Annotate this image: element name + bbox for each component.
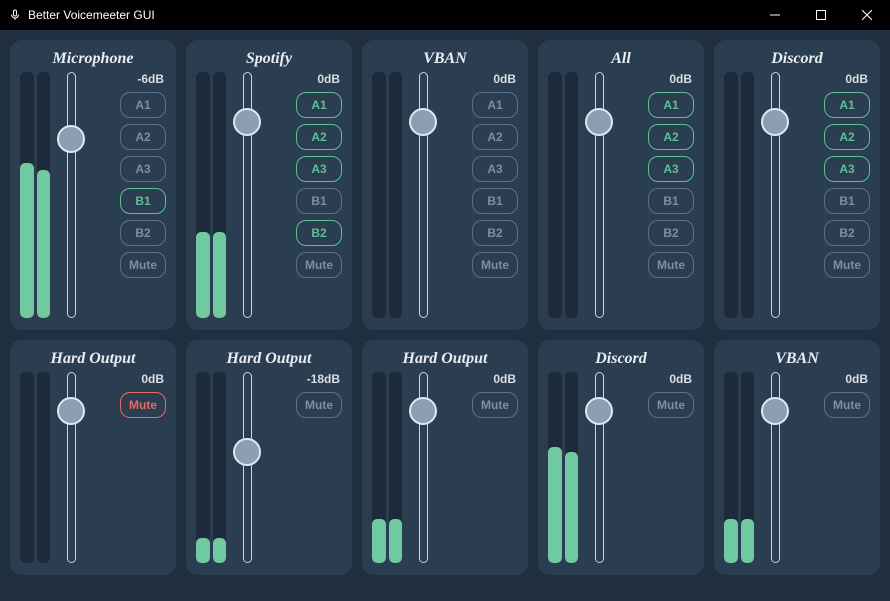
mute-button[interactable]: Mute (296, 392, 342, 418)
level-meter (724, 372, 754, 563)
gain-readout: 0dB (620, 72, 694, 86)
route-b2-button[interactable]: B2 (472, 220, 518, 246)
gain-readout: -6dB (92, 72, 166, 86)
mute-button[interactable]: Mute (824, 252, 870, 278)
input-channel-vban-in: VBAN 0dB A1 A2 A3 B1 B2 Mute (362, 40, 528, 330)
route-a1-button[interactable]: A1 (472, 92, 518, 118)
mute-button[interactable]: Mute (296, 252, 342, 278)
channel-title: Hard Output (20, 350, 166, 368)
channel-title: Microphone (20, 50, 166, 68)
route-a3-button[interactable]: A3 (296, 156, 342, 182)
input-channel-discord-in: Discord 0dB A1 A2 A3 B1 B2 Mute (714, 40, 880, 330)
route-b1-button[interactable]: B1 (120, 188, 166, 214)
route-a1-button[interactable]: A1 (648, 92, 694, 118)
route-a2-button[interactable]: A2 (120, 124, 166, 150)
mute-button[interactable]: Mute (648, 252, 694, 278)
output-channel-discord-out: Discord 0dB Mute (538, 340, 704, 575)
route-a1-button[interactable]: A1 (120, 92, 166, 118)
channel-title: Spotify (196, 50, 342, 68)
mute-button[interactable]: Mute (120, 252, 166, 278)
gain-slider[interactable] (760, 72, 790, 318)
route-a3-button[interactable]: A3 (648, 156, 694, 182)
mute-button[interactable]: Mute (648, 392, 694, 418)
gain-slider[interactable] (408, 72, 438, 318)
output-channel-hard-out-1: Hard Output 0dB Mute (10, 340, 176, 575)
mute-button[interactable]: Mute (472, 252, 518, 278)
route-a2-button[interactable]: A2 (824, 124, 870, 150)
level-meter (372, 372, 402, 563)
channel-title: All (548, 50, 694, 68)
route-b2-button[interactable]: B2 (648, 220, 694, 246)
route-b1-button[interactable]: B1 (648, 188, 694, 214)
gain-readout: -18dB (268, 372, 342, 386)
level-meter (548, 72, 578, 318)
mic-icon (8, 8, 22, 22)
level-meter (20, 372, 50, 563)
route-b1-button[interactable]: B1 (472, 188, 518, 214)
gain-slider[interactable] (232, 72, 262, 318)
titlebar: Better Voicemeeter GUI (0, 0, 890, 30)
mute-button[interactable]: Mute (824, 392, 870, 418)
route-a3-button[interactable]: A3 (824, 156, 870, 182)
route-b2-button[interactable]: B2 (296, 220, 342, 246)
gain-readout: 0dB (796, 72, 870, 86)
gain-slider[interactable] (408, 372, 438, 563)
maximize-button[interactable] (798, 0, 844, 30)
route-a3-button[interactable]: A3 (120, 156, 166, 182)
channel-title: VBAN (724, 350, 870, 368)
channel-title: Discord (724, 50, 870, 68)
route-a2-button[interactable]: A2 (296, 124, 342, 150)
channel-title: Hard Output (196, 350, 342, 368)
route-a1-button[interactable]: A1 (296, 92, 342, 118)
output-channel-vban-out: VBAN 0dB Mute (714, 340, 880, 575)
gain-readout: 0dB (92, 372, 166, 386)
input-channel-spotify: Spotify 0dB A1 A2 A3 B1 B2 Mute (186, 40, 352, 330)
output-channel-hard-out-2: Hard Output -18dB Mute (186, 340, 352, 575)
gain-slider[interactable] (760, 372, 790, 563)
input-channel-mic: Microphone -6dB A1 A2 A3 B1 B2 Mute (10, 40, 176, 330)
mute-button[interactable]: Mute (472, 392, 518, 418)
mute-button[interactable]: Mute (120, 392, 166, 418)
level-meter (548, 372, 578, 563)
channel-title: VBAN (372, 50, 518, 68)
gain-slider[interactable] (584, 72, 614, 318)
channel-grid: Microphone -6dB A1 A2 A3 B1 B2 Mute Spot… (10, 40, 880, 575)
route-a3-button[interactable]: A3 (472, 156, 518, 182)
output-channel-hard-out-3: Hard Output 0dB Mute (362, 340, 528, 575)
level-meter (724, 72, 754, 318)
route-b2-button[interactable]: B2 (120, 220, 166, 246)
channel-title: Hard Output (372, 350, 518, 368)
gain-slider[interactable] (56, 72, 86, 318)
gain-readout: 0dB (796, 372, 870, 386)
level-meter (196, 372, 226, 563)
minimize-button[interactable] (752, 0, 798, 30)
window-title: Better Voicemeeter GUI (28, 8, 155, 22)
gain-slider[interactable] (584, 372, 614, 563)
close-button[interactable] (844, 0, 890, 30)
level-meter (20, 72, 50, 318)
gain-slider[interactable] (232, 372, 262, 563)
level-meter (372, 72, 402, 318)
gain-readout: 0dB (444, 72, 518, 86)
input-channel-all: All 0dB A1 A2 A3 B1 B2 Mute (538, 40, 704, 330)
route-b1-button[interactable]: B1 (824, 188, 870, 214)
gain-slider[interactable] (56, 372, 86, 563)
level-meter (196, 72, 226, 318)
route-b2-button[interactable]: B2 (824, 220, 870, 246)
route-b1-button[interactable]: B1 (296, 188, 342, 214)
gain-readout: 0dB (444, 372, 518, 386)
route-a2-button[interactable]: A2 (472, 124, 518, 150)
gain-readout: 0dB (268, 72, 342, 86)
route-a2-button[interactable]: A2 (648, 124, 694, 150)
gain-readout: 0dB (620, 372, 694, 386)
channel-title: Discord (548, 350, 694, 368)
route-a1-button[interactable]: A1 (824, 92, 870, 118)
